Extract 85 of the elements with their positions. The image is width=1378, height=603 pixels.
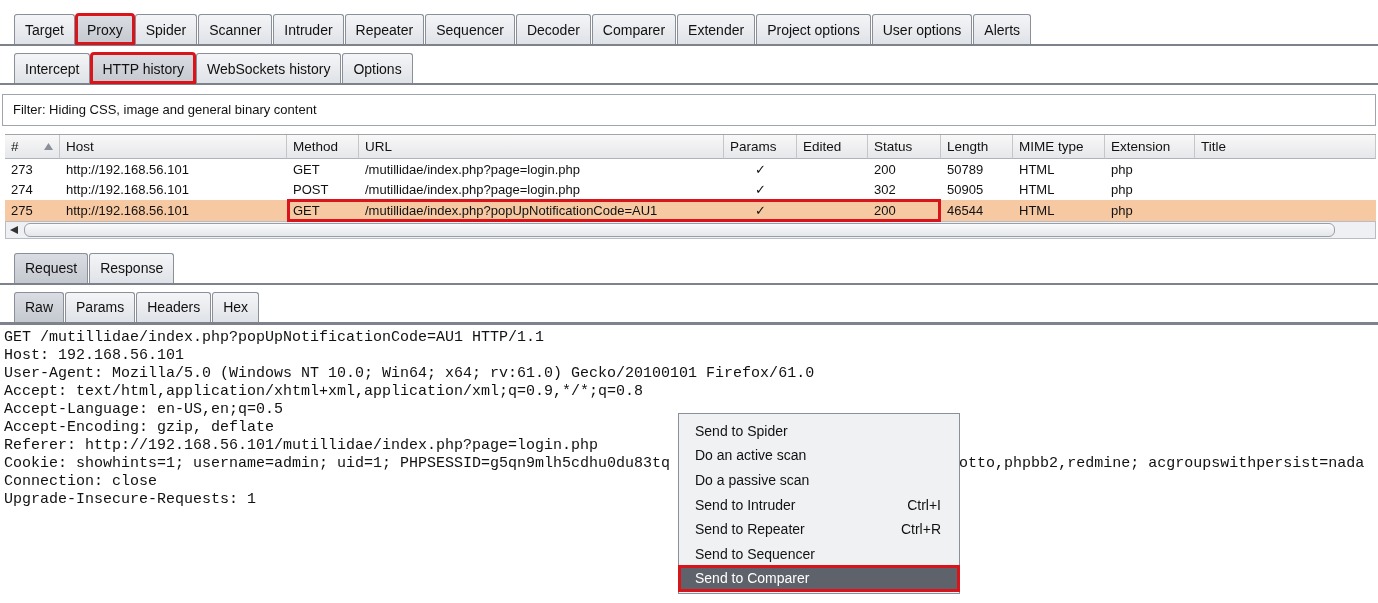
table-cell-text: 46544 [946, 202, 985, 218]
table-cell-text: 50905 [946, 182, 985, 198]
column-header[interactable]: URL [359, 135, 724, 159]
table-cell-text: HTML [1018, 202, 1056, 218]
table-cell-text: 200 [873, 202, 897, 218]
menu-item[interactable]: Send to Intruder Ctrl+I [679, 492, 959, 517]
column-header[interactable]: Length [941, 135, 1013, 159]
table-cell-text: ✓ [754, 182, 767, 198]
sub-tab[interactable]: HTTP history [91, 53, 195, 83]
menu-item[interactable]: Send to Comparer [679, 566, 959, 591]
tool-tab[interactable]: Decoder [515, 14, 591, 44]
tool-tab[interactable]: Intruder [273, 14, 344, 44]
table-cell-text: HTML [1018, 182, 1056, 198]
view-tab[interactable]: Headers [136, 291, 212, 322]
table-cell-text: php [1110, 202, 1134, 218]
table-cell-text: 200 [873, 161, 897, 177]
table-row[interactable]: 274 http://192.168.56.101 POST /mutillidae/index.php?page=login.php ✓ 302 50905 HTML php [5, 179, 1376, 200]
tool-tab[interactable]: Sequencer [425, 14, 515, 44]
sub-tab[interactable]: Intercept [14, 53, 91, 83]
request-line: otto,phpbb2,redmine; acgroupswithpersist=nada [959, 454, 1365, 473]
table-cell-text: GET [292, 161, 321, 177]
table-row[interactable]: 273 http://192.168.56.101 GET /mutillidae/index.php?page=login.php ✓ 200 50789 HTML php [5, 159, 1376, 180]
request-line: Cookie: showhints=1; username=admin; uid=1; PHPSESSID=g5qn9mlh5cdhu0du83tq [4, 454, 671, 473]
table-cell-text: 302 [873, 182, 897, 198]
request-line: Host: 192.168.56.101 [4, 346, 185, 365]
table-cell-text: 50789 [946, 161, 985, 177]
table-cell-text: http://192.168.56.101 [65, 182, 190, 198]
filter-bar[interactable]: Filter: Hiding CSS, image and general binary content [2, 94, 1376, 126]
column-header[interactable]: Extension [1105, 135, 1195, 159]
column-header[interactable]: # [5, 135, 60, 159]
view-tab[interactable]: Hex [212, 291, 260, 322]
table-cell-text: /mutillidae/index.php?popUpNotificationCode=AU1 [364, 202, 659, 218]
tool-tab[interactable]: Repeater [344, 14, 425, 44]
table-cell-text: ✓ [754, 202, 767, 218]
sub-tab[interactable]: Options [342, 53, 413, 83]
sub-tab[interactable]: WebSockets history [195, 53, 342, 83]
menu-item[interactable]: Send to Spider [679, 418, 959, 444]
request-line: Upgrade-Insecure-Requests: 1 [4, 490, 257, 509]
column-header[interactable]: Title [1195, 135, 1376, 159]
tool-tab[interactable]: Alerts [973, 14, 1032, 44]
table-cell-text: 274 [10, 182, 34, 198]
column-header[interactable]: Method [287, 135, 359, 159]
table-cell-text: http://192.168.56.101 [65, 161, 190, 177]
sort-icon [44, 143, 53, 150]
request-line: Accept: text/html,application/xhtml+xml,application/xml;q=0.9,*/*;q=0.8 [4, 382, 644, 401]
menu-item[interactable]: Do a passive scan [679, 467, 959, 493]
column-header[interactable]: Status [868, 135, 941, 159]
view-tab[interactable]: Raw [14, 291, 64, 322]
table-cell-text: http://192.168.56.101 [65, 202, 190, 218]
view-tab[interactable]: Params [65, 291, 136, 322]
column-header[interactable]: MIME type [1013, 135, 1105, 159]
table-cell-text: HTML [1018, 161, 1056, 177]
request-line: Accept-Language: en-US,en;q=0.5 [4, 400, 284, 419]
table-cell-text: /mutillidae/index.php?page=login.php [364, 161, 582, 177]
tool-tab[interactable]: Comparer [591, 14, 677, 44]
request-line: Accept-Encoding: gzip, deflate [4, 418, 275, 437]
table-cell-text: ✓ [754, 161, 767, 177]
tool-tab[interactable]: Scanner [198, 14, 273, 44]
table-cell-text: GET [292, 202, 321, 218]
table-cell-text: 273 [10, 161, 34, 177]
table-cell-text: php [1110, 161, 1134, 177]
menu-item[interactable]: Send to Sequencer [679, 541, 959, 567]
tool-tab[interactable]: Spider [134, 14, 198, 44]
column-header[interactable]: Host [60, 135, 287, 159]
tool-tab[interactable]: Project options [756, 14, 871, 44]
message-tab[interactable]: Response [89, 252, 175, 283]
request-line: GET /mutillidae/index.php?popUpNotificationCode=AU1 HTTP/1.1 [4, 328, 545, 347]
tool-tab[interactable]: Target [14, 14, 75, 44]
tool-tab[interactable]: User options [871, 14, 973, 44]
request-line: Connection: close [4, 472, 158, 491]
message-tab[interactable]: Request [14, 252, 89, 283]
column-header[interactable]: Edited [797, 135, 868, 159]
table-cell-text: php [1110, 182, 1134, 198]
menu-item[interactable]: Do an active scan [679, 443, 959, 468]
table-row[interactable]: 275 http://192.168.56.101 GET /mutillidae/index.php?popUpNotificationCode=AU1 ✓ 200 46544 HTML php [5, 200, 1376, 221]
table-cell-text: POST [292, 182, 330, 198]
table-cell-text: 275 [10, 202, 34, 218]
tool-tab[interactable]: Proxy [75, 14, 134, 44]
column-header[interactable]: Params [724, 135, 797, 159]
request-line: Referer: http://192.168.56.101/mutillidae/index.php?page=login.php [4, 436, 599, 455]
request-line: User-Agent: Mozilla/5.0 (Windows NT 10.0; Win64; x64; rv:61.0) Gecko/20100101 Firefox/61.0 [4, 364, 815, 383]
scroll-left-icon[interactable] [10, 225, 18, 234]
menu-item[interactable]: Send to Repeater Ctrl+R [679, 516, 959, 542]
table-cell-text: /mutillidae/index.php?page=login.php [364, 182, 582, 198]
tool-tab[interactable]: Extender [677, 14, 756, 44]
